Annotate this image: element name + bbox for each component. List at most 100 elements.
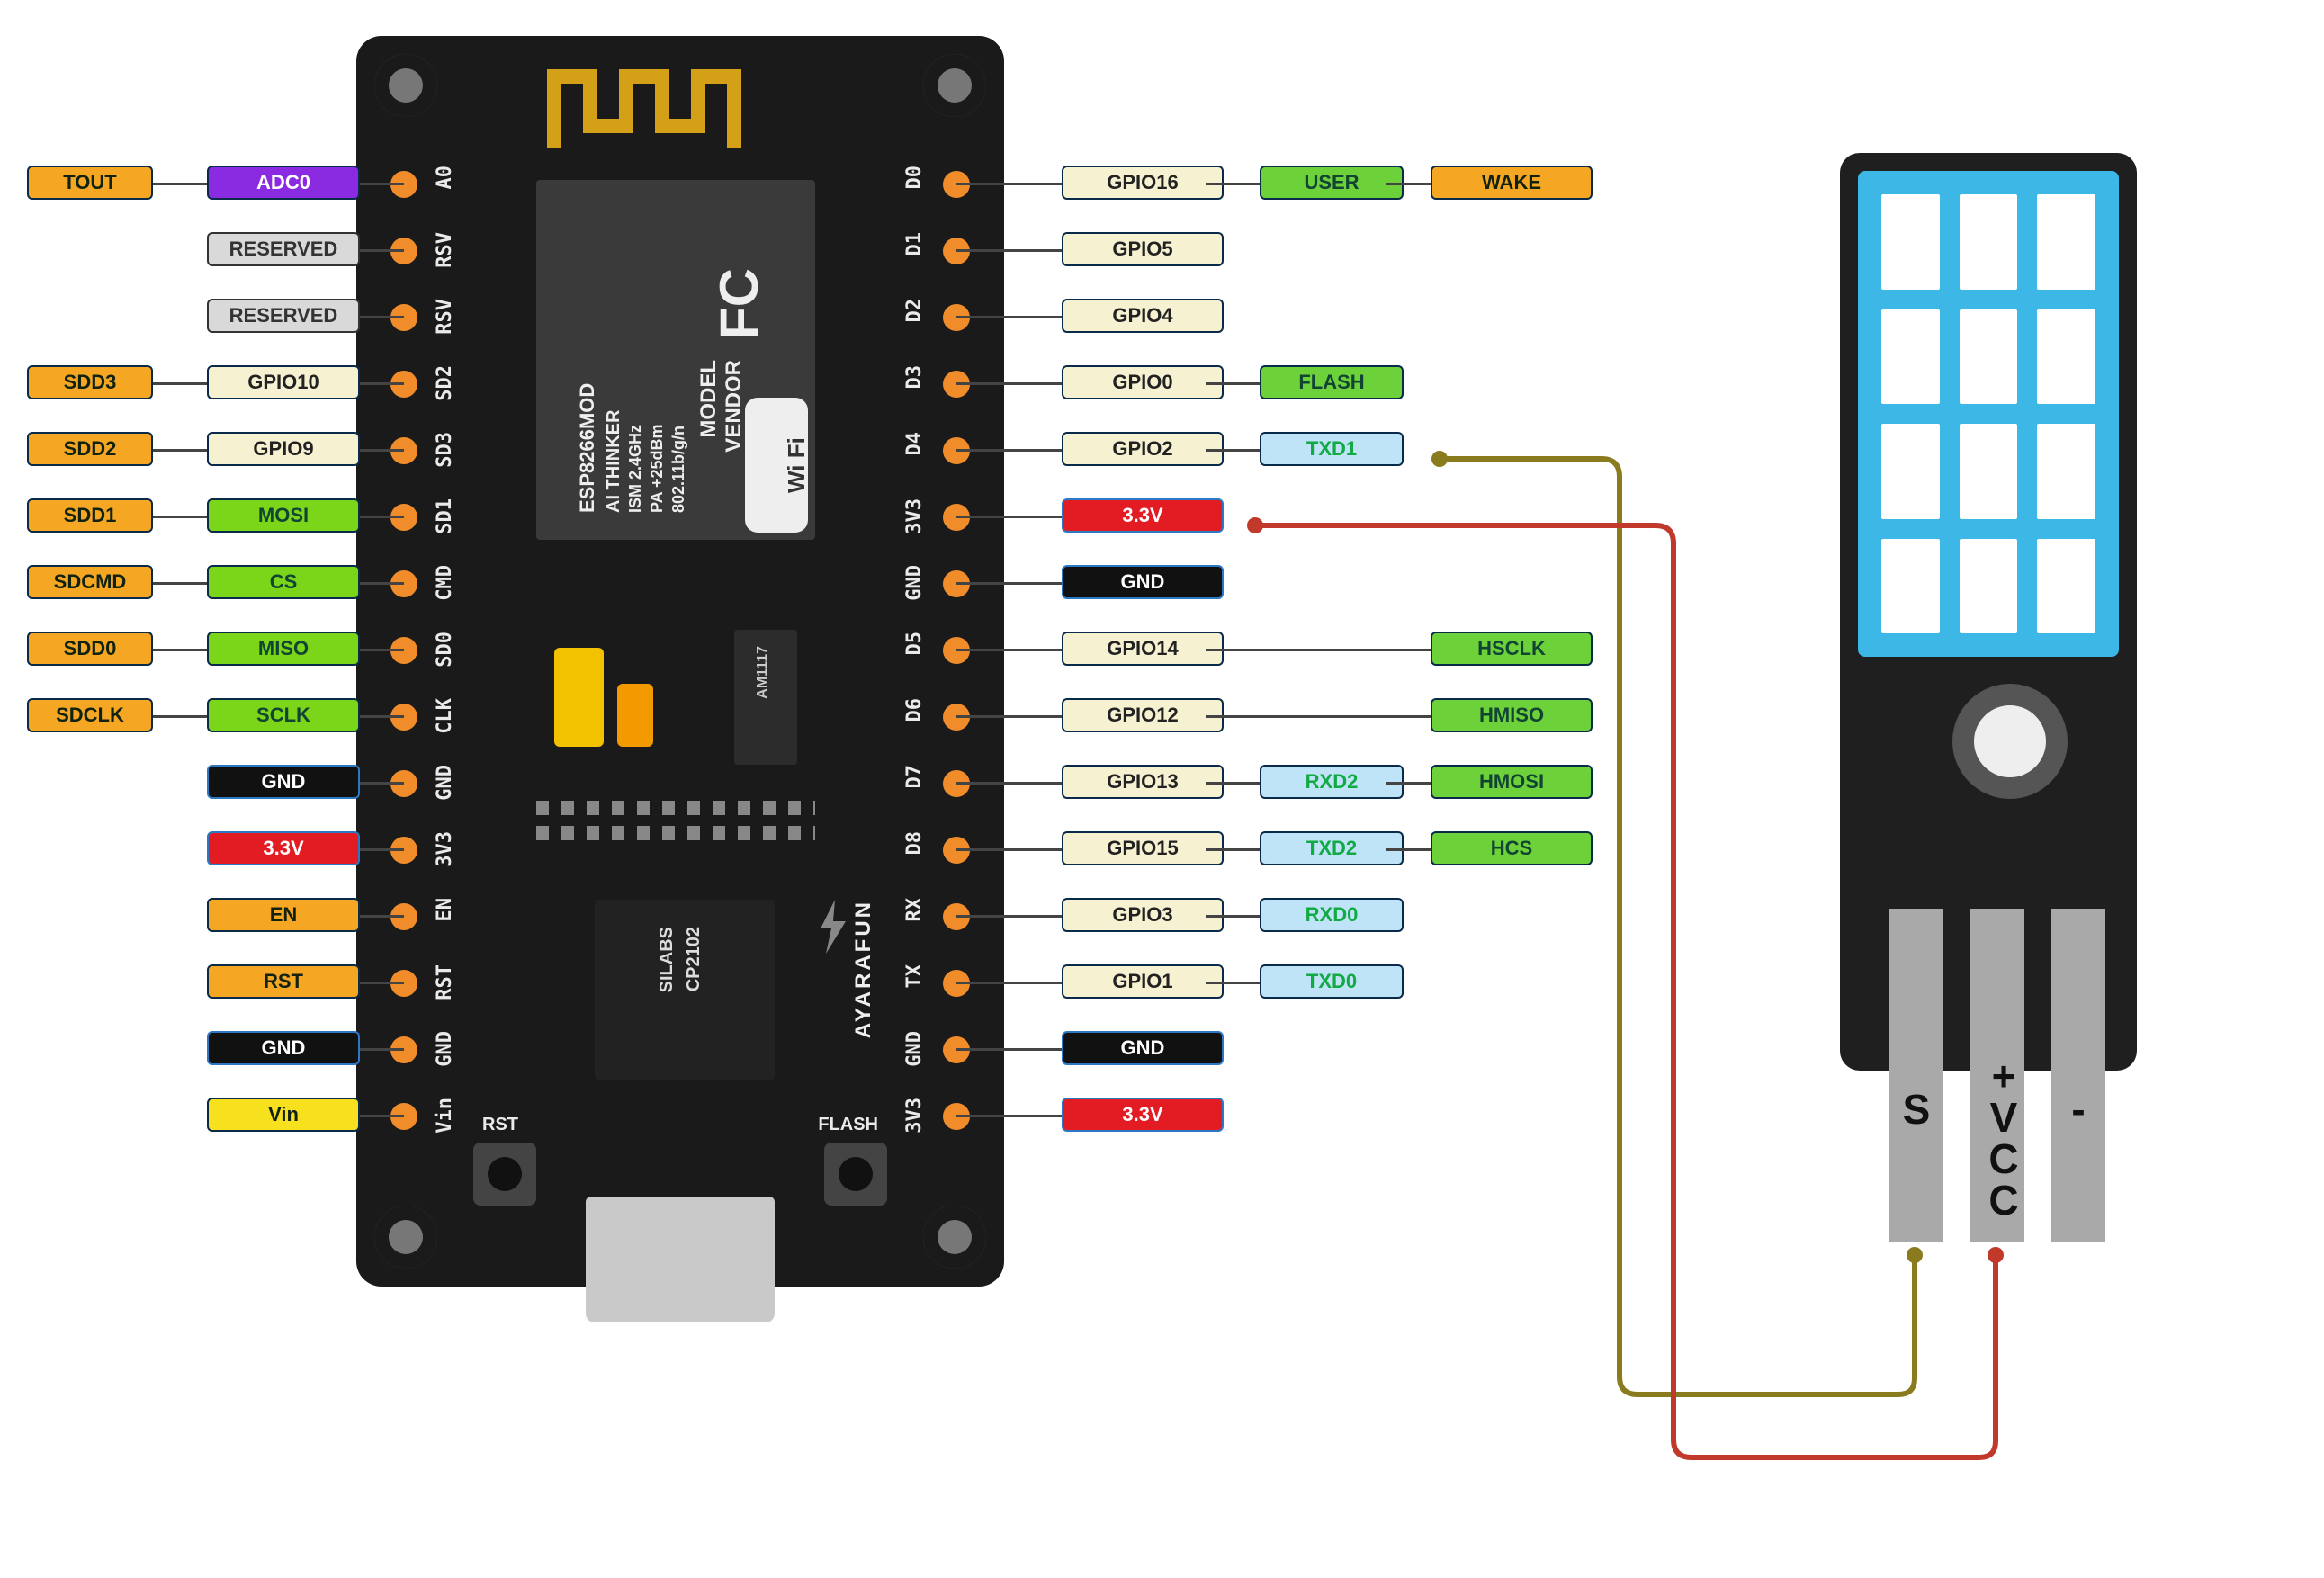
rst-button[interactable] [473, 1143, 536, 1206]
pin-connector [1206, 848, 1260, 851]
module-text: MODEL [696, 360, 722, 438]
usb-chip-label: CP2102 [685, 927, 703, 991]
pin-tag: SCLK [207, 698, 360, 732]
module-text: ISM 2.4GHz [626, 207, 646, 513]
silk-label: SD1 [435, 498, 455, 534]
mounting-hole [374, 54, 437, 117]
silk-label: GND [905, 565, 925, 601]
pin-tag: SDD3 [27, 365, 153, 399]
regulator-label: AM1117 [756, 646, 770, 699]
silk-label: D3 [905, 365, 925, 390]
pin-tag: TXD2 [1260, 831, 1404, 865]
flash-button[interactable] [824, 1143, 887, 1206]
solder-row-icon [536, 801, 815, 815]
pin-tag: 3.3V [1062, 1098, 1224, 1132]
mounting-hole [374, 1206, 437, 1269]
pin-tag: HSCLK [1431, 632, 1593, 666]
silk-label: SD2 [435, 365, 455, 401]
pin-tag: GPIO0 [1062, 365, 1224, 399]
silk-label: 3V3 [905, 498, 925, 534]
voltage-regulator: AM1117 [734, 630, 797, 765]
pin-connector [956, 848, 1062, 851]
esp8266-module: ESP8266MOD AI THINKER ISM 2.4GHz PA +25d… [536, 180, 815, 540]
usb-chip-label: SILABS [658, 927, 676, 992]
pin-tag: SDCLK [27, 698, 153, 732]
silk-label: RX [905, 898, 925, 922]
pin-connector [956, 382, 1062, 385]
mounting-hole [923, 1206, 986, 1269]
pin-tag: WAKE [1431, 166, 1593, 200]
silk-label: D2 [905, 299, 925, 323]
silk-label: TX [905, 964, 925, 989]
silk-label: RST [435, 964, 455, 1000]
usb-chip: SILABS CP2102 [595, 900, 775, 1080]
silk-label: D0 [905, 166, 925, 190]
pin-tag: GPIO1 [1062, 964, 1224, 999]
pin-tag: GPIO4 [1062, 299, 1224, 333]
pin-tag: MISO [207, 632, 360, 666]
sensor-grill-icon [1858, 171, 2119, 657]
sensor-leg-label: S [1889, 1089, 1943, 1130]
silk-label: 3V3 [905, 1098, 925, 1134]
silk-label: D7 [905, 765, 925, 789]
micro-usb-port [586, 1197, 775, 1322]
wiring-diagram: ESP8266MOD AI THINKER ISM 2.4GHz PA +25d… [0, 0, 2324, 1578]
pin-tag: SDCMD [27, 565, 153, 599]
mounting-hole [923, 54, 986, 117]
pin-tag: RESERVED [207, 232, 360, 266]
pin-tag: 3.3V [207, 831, 360, 865]
pin-tag: TXD1 [1260, 432, 1404, 466]
pin-tag: GND [1062, 1031, 1224, 1065]
pin-tag: RXD0 [1260, 898, 1404, 932]
flash-label: FLASH [818, 1116, 878, 1134]
pin-connector [956, 649, 1062, 651]
pin-connector [1206, 649, 1431, 651]
silk-label: RSV [435, 232, 455, 268]
silk-label: CLK [435, 698, 455, 734]
pin-tag: Vin [207, 1098, 360, 1132]
silk-label: D5 [905, 632, 925, 656]
pin-tag: SDD0 [27, 632, 153, 666]
pin-tag: GND [1062, 565, 1224, 599]
pin-tag: FLASH [1260, 365, 1404, 399]
pin-tag: HCS [1431, 831, 1593, 865]
pin-tag: SDD1 [27, 498, 153, 533]
solder-row-icon [536, 826, 815, 840]
silk-label: D1 [905, 232, 925, 256]
pin-tag: GND [207, 1031, 360, 1065]
lightning-icon [815, 900, 851, 954]
pin-tag: GPIO5 [1062, 232, 1224, 266]
pin-tag: HMISO [1431, 698, 1593, 732]
silk-label: SD0 [435, 632, 455, 668]
silk-label: GND [435, 765, 455, 801]
rst-label: RST [482, 1116, 518, 1134]
pin-tag: GPIO3 [1062, 898, 1224, 932]
pin-tag: USER [1260, 166, 1404, 200]
silk-label: Vin [435, 1098, 455, 1134]
pin-connector [1206, 382, 1260, 385]
silk-label: GND [905, 1031, 925, 1067]
pin-connector [956, 516, 1062, 518]
sensor-leg-signal [1889, 909, 1943, 1242]
pin-tag: RST [207, 964, 360, 999]
pin-tag: TXD0 [1260, 964, 1404, 999]
pin-connector [1206, 715, 1431, 718]
pin-tag: ADC0 [207, 166, 360, 200]
silk-label: EN [435, 898, 455, 922]
pin-tag: HMOSI [1431, 765, 1593, 799]
pin-tag: GPIO10 [207, 365, 360, 399]
pin-tag: SDD2 [27, 432, 153, 466]
module-text: AI THINKER [603, 207, 624, 513]
pin-tag: RXD2 [1260, 765, 1404, 799]
pin-tag: GPIO9 [207, 432, 360, 466]
sensor-leg-label: +VCC [1970, 1053, 2024, 1218]
silk-label: D4 [905, 432, 925, 456]
silk-label: A0 [435, 166, 455, 190]
silk-label: 3V3 [435, 831, 455, 867]
wifi-icon: Wi Fi [745, 398, 808, 533]
fcc-icon: FC [713, 205, 794, 340]
pin-connector [956, 449, 1062, 452]
brand-text: AYARAFUN [853, 900, 875, 1038]
module-text: VENDOR [722, 360, 748, 453]
pin-connector [1206, 782, 1260, 785]
